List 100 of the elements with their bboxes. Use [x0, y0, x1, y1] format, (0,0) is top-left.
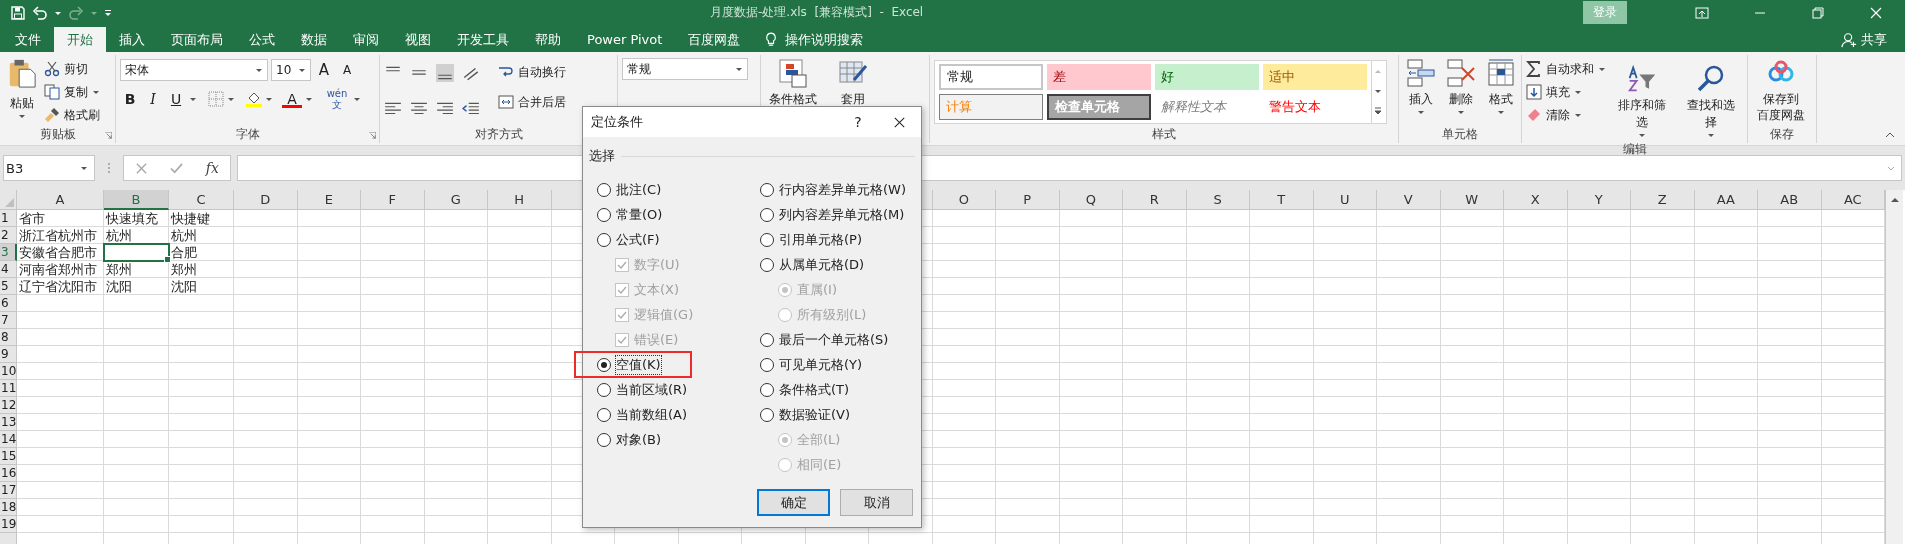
row-header[interactable]: 15: [0, 448, 17, 465]
row-header[interactable]: 8: [0, 329, 17, 346]
row-header[interactable]: 17: [0, 482, 17, 499]
ribbon-tab[interactable]: 数据: [288, 27, 340, 52]
customize-icon[interactable]: [104, 7, 112, 18]
tell-me-search[interactable]: 操作说明搜索: [785, 27, 864, 52]
collapse-ribbon-icon[interactable]: [1885, 131, 1895, 139]
cell-style[interactable]: 常规: [939, 64, 1043, 90]
grow-font-button[interactable]: A: [314, 60, 334, 80]
radio-button[interactable]: [760, 357, 774, 372]
row-header[interactable]: 9: [0, 346, 17, 363]
column-header[interactable]: A: [17, 190, 104, 210]
radio-button[interactable]: [597, 432, 611, 447]
column-header[interactable]: AC: [1821, 190, 1885, 210]
column-header[interactable]: B: [104, 190, 169, 210]
name-box[interactable]: B3: [3, 155, 95, 181]
row-header[interactable]: 16: [0, 465, 17, 482]
row-header[interactable]: 11: [0, 380, 17, 397]
column-header[interactable]: Z: [1631, 190, 1695, 210]
option-label[interactable]: 行内容差异单元格(W): [779, 180, 906, 199]
radio-button[interactable]: [760, 382, 774, 397]
option-label[interactable]: 引用单元格(P): [779, 230, 862, 249]
wrap-text-button[interactable]: 自动换行: [498, 62, 566, 82]
restore-icon[interactable]: [1811, 5, 1825, 20]
column-header[interactable]: X: [1504, 190, 1568, 210]
font-name-field[interactable]: 宋体: [120, 59, 268, 81]
ribbon-tab[interactable]: 视图: [392, 27, 444, 52]
radio-button[interactable]: [597, 207, 611, 222]
copy-button[interactable]: 复制: [44, 82, 100, 102]
option-label[interactable]: 数据验证(V): [779, 405, 851, 424]
column-header[interactable]: F: [361, 190, 425, 210]
radio-button[interactable]: [760, 207, 774, 222]
option-label[interactable]: 批注(C): [616, 180, 662, 199]
column-header[interactable]: G: [424, 190, 488, 210]
number-format-field[interactable]: 常规: [622, 58, 748, 80]
format-painter-button[interactable]: 格式刷: [44, 105, 100, 125]
ribbon-tab[interactable]: Power Pivot: [574, 27, 676, 52]
dialog-launcher-icon[interactable]: [369, 132, 376, 139]
find-select-button[interactable]: 查找和选择: [1678, 56, 1743, 141]
cells-button[interactable]: 删除: [1443, 56, 1479, 125]
radio-button[interactable]: [760, 257, 774, 272]
align-icon[interactable]: [436, 64, 454, 82]
column-header[interactable]: O: [932, 190, 996, 210]
autosum-button[interactable]: 自动求和: [1526, 59, 1606, 79]
cancel-button[interactable]: 取消: [840, 489, 913, 516]
radio-button[interactable]: [597, 232, 611, 247]
ribbon-tab[interactable]: 插入: [106, 27, 158, 52]
row-header[interactable]: 13: [0, 414, 17, 431]
row-header[interactable]: 5: [0, 278, 17, 295]
dialog-launcher-icon[interactable]: [105, 132, 112, 139]
row-header[interactable]: 10: [0, 363, 17, 380]
column-header[interactable]: P: [996, 190, 1060, 210]
italic-button[interactable]: I: [143, 89, 163, 109]
row-header[interactable]: 19: [0, 516, 17, 533]
option-label[interactable]: 从属单元格(D): [779, 255, 865, 274]
radio-button[interactable]: [760, 182, 774, 197]
caret-icon[interactable]: [265, 95, 273, 103]
ribbon-tab[interactable]: 审阅: [340, 27, 392, 52]
cell-style[interactable]: 警告文本: [1263, 94, 1367, 120]
cell-style[interactable]: 适中: [1263, 64, 1367, 90]
undo-icon[interactable]: [32, 4, 48, 21]
underline-button[interactable]: U: [166, 89, 186, 109]
font-color-button[interactable]: A: [282, 90, 302, 108]
row-header[interactable]: 7: [0, 312, 17, 329]
cell-style[interactable]: 解释性文本: [1155, 94, 1259, 120]
column-header[interactable]: Y: [1567, 190, 1631, 210]
vertical-scrollbar[interactable]: [1885, 190, 1903, 544]
cut-button[interactable]: 剪切: [44, 59, 100, 79]
save-icon[interactable]: [10, 4, 26, 21]
option-label[interactable]: 空值(K): [616, 355, 661, 374]
column-header[interactable]: U: [1313, 190, 1377, 210]
phonetic-button[interactable]: wén 文: [324, 87, 350, 111]
ribbon-tab[interactable]: 开发工具: [444, 27, 522, 52]
cells-button[interactable]: 插入: [1403, 56, 1439, 125]
ribbon-tab[interactable]: 公式: [236, 27, 288, 52]
cells-button[interactable]: 格式: [1483, 56, 1519, 125]
radio-button[interactable]: [760, 407, 774, 422]
column-header[interactable]: S: [1186, 190, 1250, 210]
row-header[interactable]: 3: [0, 244, 17, 261]
cell-style[interactable]: 好: [1155, 64, 1259, 90]
shrink-font-button[interactable]: A: [337, 60, 357, 80]
ribbon-tab[interactable]: 页面布局: [158, 27, 236, 52]
insert-function-button[interactable]: fx: [205, 160, 219, 176]
column-header[interactable]: H: [488, 190, 552, 210]
close-icon[interactable]: [894, 116, 905, 128]
paste-button[interactable]: 粘贴: [4, 56, 40, 125]
option-label[interactable]: 公式(F): [616, 230, 660, 249]
column-header[interactable]: Q: [1059, 190, 1123, 210]
row-header[interactable]: 12: [0, 397, 17, 414]
row-header[interactable]: 2: [0, 227, 17, 244]
option-label[interactable]: 可见单元格(Y): [779, 355, 863, 374]
sort-filter-button[interactable]: 排序和筛选: [1610, 56, 1675, 141]
row-header[interactable]: 14: [0, 431, 17, 448]
merge-center-button[interactable]: 合并后居: [498, 92, 566, 112]
fill-color-icon[interactable]: [246, 91, 262, 107]
ribbon-tab[interactable]: 帮助: [522, 27, 574, 52]
option-label[interactable]: 当前数组(A): [616, 405, 688, 424]
save-to-cloud-button[interactable]: 保存到 百度网盘: [1752, 56, 1810, 125]
option-label[interactable]: 当前区域(R): [616, 380, 688, 399]
share-button[interactable]: 共享: [1841, 27, 1905, 52]
